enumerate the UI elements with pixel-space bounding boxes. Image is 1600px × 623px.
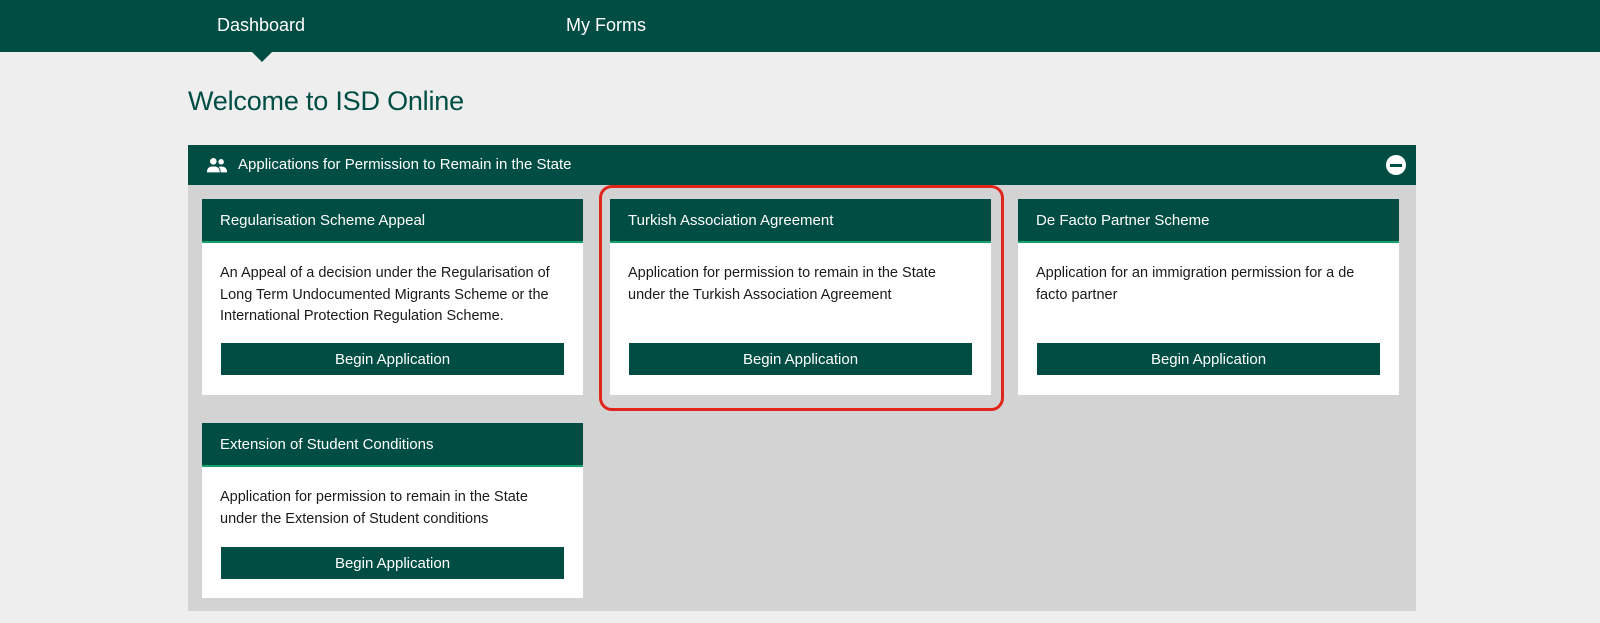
- card-turkish-association-agreement: Turkish Association Agreement Applicatio…: [610, 199, 991, 395]
- card-title: De Facto Partner Scheme: [1018, 199, 1399, 243]
- minus-circle-icon[interactable]: [1386, 155, 1406, 175]
- top-navigation: Dashboard My Forms: [0, 0, 1600, 52]
- people-icon: [206, 158, 228, 173]
- begin-application-button[interactable]: Begin Application: [221, 547, 564, 579]
- nav-my-forms[interactable]: My Forms: [566, 0, 646, 52]
- card-title: Turkish Association Agreement: [610, 199, 991, 243]
- nav-dashboard[interactable]: Dashboard: [217, 0, 305, 52]
- card-regularisation-scheme-appeal: Regularisation Scheme Appeal An Appeal o…: [202, 199, 583, 395]
- card-description: Application for permission to remain in …: [628, 265, 936, 303]
- card-description: Application for an immigration permissio…: [1036, 265, 1355, 303]
- applications-panel: Applications for Permission to Remain in…: [188, 145, 1416, 611]
- begin-application-button[interactable]: Begin Application: [1037, 343, 1380, 375]
- card-de-facto-partner-scheme: De Facto Partner Scheme Application for …: [1018, 199, 1399, 395]
- begin-application-button[interactable]: Begin Application: [629, 343, 972, 375]
- panel-header: Applications for Permission to Remain in…: [188, 145, 1416, 185]
- active-nav-indicator: [252, 52, 272, 62]
- card-title: Regularisation Scheme Appeal: [202, 199, 583, 243]
- card-extension-of-student-conditions: Extension of Student Conditions Applicat…: [202, 423, 583, 598]
- card-description: Application for permission to remain in …: [220, 489, 528, 527]
- card-description: An Appeal of a decision under the Regula…: [220, 265, 550, 324]
- page-title: Welcome to ISD Online: [188, 86, 464, 116]
- card-title: Extension of Student Conditions: [202, 423, 583, 467]
- panel-title: Applications for Permission to Remain in…: [238, 156, 572, 173]
- begin-application-button[interactable]: Begin Application: [221, 343, 564, 375]
